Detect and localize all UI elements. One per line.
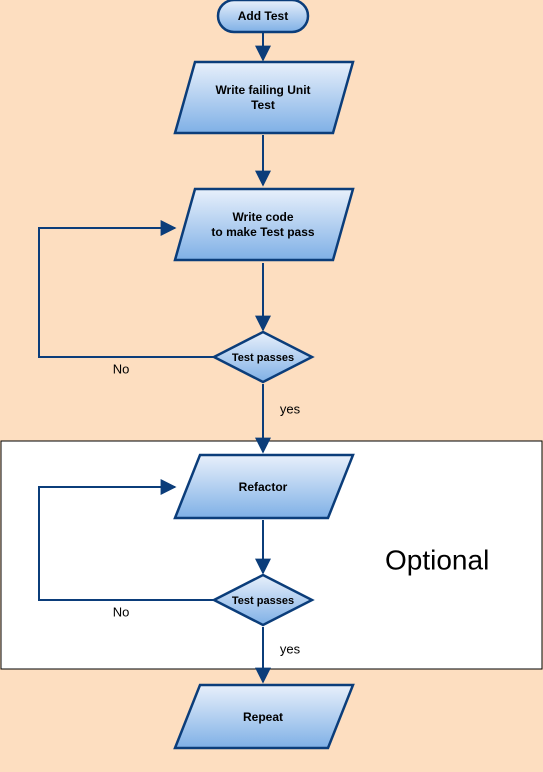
node-start-label: Add Test [238, 9, 288, 23]
flowchart-canvas: Optional No yes No yes Add Test Write fa… [0, 0, 543, 772]
node-write-failing-label-2: Test [251, 98, 275, 112]
node-decision-2-label: Test passes [232, 595, 294, 607]
node-refactor-label: Refactor [239, 480, 288, 494]
label-no-2: No [113, 604, 130, 619]
node-write-code-label-1: Write code [232, 210, 293, 224]
node-decision-1-label: Test passes [232, 352, 294, 364]
node-repeat-label: Repeat [243, 710, 283, 724]
node-write-failing-label-1: Write failing Unit [215, 83, 310, 97]
label-yes-2: yes [280, 641, 301, 656]
optional-label: Optional [385, 544, 489, 575]
node-write-code-label-2: to make Test pass [211, 225, 314, 239]
label-no-1: No [113, 361, 130, 376]
label-yes-1: yes [280, 401, 301, 416]
